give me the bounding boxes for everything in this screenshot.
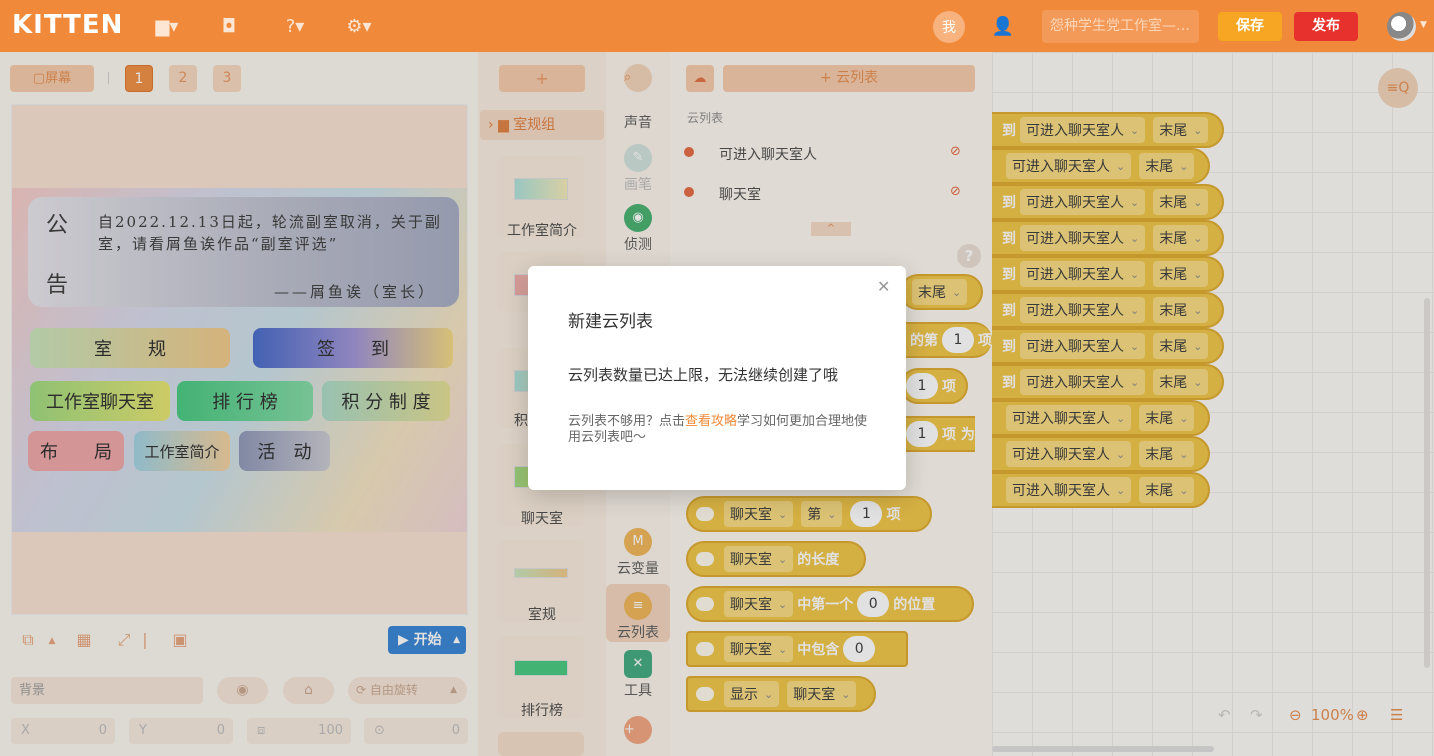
add-collaborator-icon[interactable]: 👤 xyxy=(988,12,1018,40)
dialog-help-text: 云列表不够用？点击查看攻略学习如何更加合理地使用云列表吧～ xyxy=(568,414,868,446)
help-icon[interactable]: ?▾ xyxy=(280,12,310,40)
backpack-icon[interactable]: ◘ xyxy=(214,12,244,40)
dialog-title: 新建云列表 xyxy=(568,312,653,332)
user-avatar[interactable] xyxy=(1387,12,1416,41)
kitten-logo: KITTEN xyxy=(12,10,124,40)
save-button[interactable]: 保存 xyxy=(1218,12,1282,41)
close-icon[interactable]: ✕ xyxy=(877,277,890,296)
dialog-message: 云列表数量已达上限，无法继续创建了哦 xyxy=(568,366,839,384)
folder-icon[interactable]: ▆▾ xyxy=(152,12,182,40)
guide-link[interactable]: 查看攻略 xyxy=(685,414,737,429)
top-bar: KITTEN ▆▾ ◘ ?▾ ⚙▾ 我 👤 怨种学生党工作室—… 保存 发布 ▼ xyxy=(0,0,1434,52)
help-prefix: 云列表不够用？点击 xyxy=(568,414,686,429)
new-cloud-list-dialog: ✕ 新建云列表 云列表数量已达上限，无法继续创建了哦 云列表不够用？点击查看攻略… xyxy=(528,266,906,490)
project-name-input[interactable]: 怨种学生党工作室—… xyxy=(1042,10,1199,43)
chevron-down-icon[interactable]: ▼ xyxy=(1420,20,1427,30)
publish-button[interactable]: 发布 xyxy=(1294,12,1358,41)
me-avatar[interactable]: 我 xyxy=(933,11,965,43)
settings-icon[interactable]: ⚙▾ xyxy=(344,12,374,40)
